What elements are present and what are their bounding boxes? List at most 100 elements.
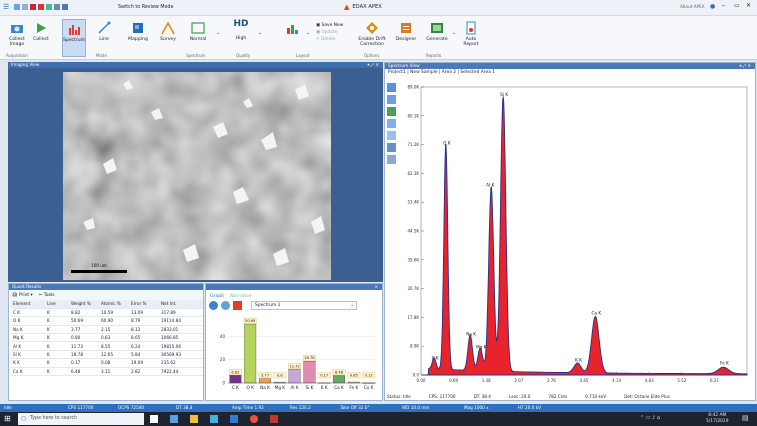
bar[interactable]	[229, 375, 242, 384]
peak-label[interactable]: C K	[432, 356, 439, 361]
clock[interactable]: 8:42 AM 5/17/2019	[706, 413, 729, 425]
apex-taskbar-icon[interactable]	[270, 415, 278, 423]
imaging-pane-controls-icon[interactable]: ▾ ⤢ ✕	[367, 62, 379, 68]
generate-dropdown-icon[interactable]: ⌄	[452, 30, 456, 36]
quant-row[interactable]: Ca K K 6.48 3.11 2.82 7922.44	[11, 367, 203, 377]
app-menu-icon[interactable]: ☰	[3, 3, 12, 12]
window-icon[interactable]	[62, 4, 68, 10]
graph-pane-close-icon[interactable]: ✕	[374, 284, 378, 290]
layout-button[interactable]	[276, 19, 308, 57]
peak-label[interactable]: Na K	[466, 331, 476, 336]
overlay-icon[interactable]	[387, 107, 396, 116]
save-spectrum-icon[interactable]	[387, 143, 396, 152]
switch-mode-link[interactable]: Switch to Review Mode	[118, 5, 173, 10]
quant-cell: 6.24	[129, 341, 159, 351]
system-tray-icons[interactable]: ⌃ ▭ ♪ ⌂	[640, 415, 660, 421]
flag-icon[interactable]	[38, 4, 44, 10]
notifications-icon[interactable]: ▤	[742, 414, 749, 422]
spectrum-pane-controls-icon[interactable]: ▾ ⤢ ✕	[739, 63, 751, 69]
survey-button[interactable]: Survey	[158, 19, 178, 57]
bar[interactable]	[244, 323, 257, 384]
quant-row[interactable]: O K K 50.69 60.90 8.79 19114.84	[11, 316, 203, 326]
normal-preset-button[interactable]: Normal	[182, 19, 214, 57]
spectrum-chart[interactable]: 0.0 8.9K 17.8K 26.7K 35.6K 44.5K 53.4K 62.3K 71.…	[399, 83, 753, 391]
generate-button[interactable]: Generate	[422, 19, 452, 57]
bar[interactable]	[333, 375, 345, 384]
tab-narrative[interactable]: Narrative	[230, 294, 251, 299]
quant-row[interactable]: Mg K K 0.80 0.63 8.65 1066.85	[11, 333, 203, 343]
peak-label[interactable]: K K	[575, 357, 582, 362]
file-explorer-icon[interactable]	[190, 415, 198, 423]
hd-dropdown-icon[interactable]: ⌄	[258, 30, 262, 36]
quant-cell: 3.11	[99, 367, 129, 377]
windows-start-icon[interactable]: ⊞	[4, 414, 11, 423]
grid-icon[interactable]	[54, 4, 60, 10]
quant-row[interactable]: Al K K 11.73 8.55 6.24 19815.06	[11, 341, 203, 351]
quant-row[interactable]: Na K K 3.77 2.15 8.13 2833.01	[11, 325, 203, 335]
x-tick-label: 6.21	[710, 378, 719, 383]
chrome-icon[interactable]	[250, 415, 258, 423]
mapping-mode-button[interactable]: Mapping	[126, 19, 150, 57]
save-new-button[interactable]: ▣ Save New	[316, 22, 343, 29]
zoom-icon[interactable]	[387, 83, 396, 92]
layout-dropdown-icon[interactable]: ⌄	[306, 30, 310, 36]
col-element[interactable]: Element	[11, 300, 45, 309]
color-icon[interactable]	[233, 300, 242, 310]
quant-row[interactable]: K K K 0.17 0.08 19.09 235.62	[11, 358, 203, 368]
spectrum-mode-button[interactable]: Spectrum	[62, 19, 86, 57]
copy-icon[interactable]	[387, 155, 396, 164]
chart-type-icon[interactable]	[209, 300, 218, 310]
y-tick-label: 80.1K	[407, 113, 419, 118]
quant-row[interactable]: C K K 8.82 10.59 13.09 317.89	[11, 308, 203, 318]
quant-row[interactable]: Si K K 18.78 12.65 5.84 30569.93	[11, 350, 203, 360]
col-net-int[interactable]: Net Int.	[159, 300, 203, 309]
enable-drift-correction-button[interactable]: Enable Drift Correction	[358, 19, 386, 57]
store-icon[interactable]	[210, 415, 218, 423]
peak-label[interactable]: Mg K	[476, 344, 487, 349]
open-icon[interactable]	[14, 4, 20, 10]
minimize-icon[interactable]: –	[722, 2, 725, 9]
mail-icon[interactable]	[230, 415, 238, 423]
designer-button[interactable]: Designer	[394, 19, 418, 57]
peak-id-icon[interactable]	[387, 95, 396, 104]
settings-icon[interactable]	[221, 300, 230, 310]
col-weight[interactable]: Weight %	[69, 300, 99, 309]
collect-button[interactable]: Collect	[32, 19, 50, 57]
maximize-icon[interactable]: ▭	[734, 2, 740, 9]
bar[interactable]	[259, 378, 271, 384]
print-button[interactable]: 🖨 Print ▾	[12, 293, 33, 298]
hd-high-button[interactable]: HD High	[226, 19, 256, 57]
update-button[interactable]: ▣ Update	[316, 29, 343, 36]
spectrum-select[interactable]: Spectrum 1 ⌄	[251, 300, 357, 310]
normal-dropdown-icon[interactable]: ⌄	[216, 30, 220, 36]
sem-image[interactable]: 100 um	[63, 72, 331, 280]
close-icon[interactable]: ✕	[746, 2, 751, 9]
col-line[interactable]: Line	[45, 300, 69, 309]
edge-icon[interactable]	[170, 415, 178, 423]
peak-label[interactable]: Fe K	[720, 361, 729, 366]
save-icon[interactable]	[22, 4, 28, 10]
col-atomic[interactable]: Atomic %	[99, 300, 129, 309]
col-error[interactable]: Error %	[129, 300, 159, 309]
collect-image-button[interactable]: Collect Image	[4, 19, 30, 57]
peak-label[interactable]: O K	[443, 140, 451, 145]
bar[interactable]	[303, 360, 316, 384]
scale-icon[interactable]	[387, 119, 396, 128]
peak-label[interactable]: Al K	[486, 183, 494, 188]
record-icon[interactable]	[30, 4, 36, 10]
markers-icon[interactable]	[387, 131, 396, 140]
export-icon[interactable]	[46, 4, 52, 10]
task-view-icon[interactable]	[150, 415, 158, 423]
peak-label[interactable]: Si K	[500, 92, 508, 97]
help-icon[interactable]: ●	[710, 3, 715, 10]
line-mode-button[interactable]: Line	[94, 19, 114, 57]
value-label: 0.85	[350, 374, 358, 378]
about-link[interactable]: About APEX	[680, 4, 705, 9]
tools-button[interactable]: ✂ Tools	[39, 293, 55, 298]
tab-graph[interactable]: Graph	[210, 294, 224, 299]
peak-label[interactable]: Ca K	[592, 310, 602, 315]
bar[interactable]	[288, 369, 301, 384]
delete-button[interactable]: ✕ Delete	[316, 36, 343, 43]
auto-report-button[interactable]: Auto Report	[460, 19, 482, 57]
taskbar-search-box[interactable]: ○ Type here to search	[18, 413, 144, 425]
